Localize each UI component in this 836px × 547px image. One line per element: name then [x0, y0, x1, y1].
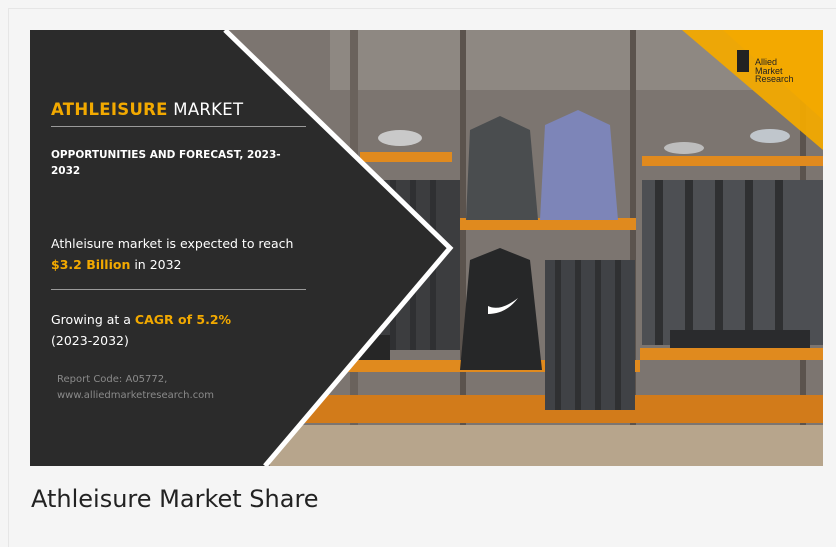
report-website: www.alliedmarketresearch.com: [57, 390, 215, 401]
title-rest: MARKET: [173, 100, 244, 119]
divider: [51, 126, 306, 127]
divider: [51, 289, 306, 290]
growth-value: CAGR of 5.2%: [134, 312, 232, 327]
logo-line: Research: [755, 74, 794, 84]
forecast-suffix: in 2032: [130, 257, 182, 272]
report-code-text: Report Code: A05772,: [57, 374, 168, 385]
banner-subtitle: OPPORTUNITIES AND FORECAST, 2023-2032: [51, 149, 281, 177]
article-card: ATHLEISURE MARKET OPPORTUNITIES AND FORE…: [8, 8, 836, 547]
image-caption: Athleisure Market Share: [31, 485, 319, 513]
forecast-value: $3.2 Billion: [51, 257, 131, 272]
forecast-text: Athleisure market is expected to reach $…: [51, 233, 296, 275]
allied-logo-icon: [737, 50, 745, 72]
banner-title: ATHLEISURE MARKET: [51, 100, 243, 119]
forecast-prefix: Athleisure market is expected to reach: [51, 236, 294, 251]
title-accent: ATHLEISURE: [51, 100, 168, 119]
growth-period: (2023-2032): [51, 333, 129, 348]
growth-prefix: Growing at a: [51, 312, 135, 327]
report-code: Report Code: A05772, www.alliedmarketres…: [57, 372, 287, 404]
banner-text-panel: ATHLEISURE MARKET OPPORTUNITIES AND FORE…: [42, 30, 306, 466]
growth-text: Growing at a CAGR of 5.2% (2023-2032): [51, 309, 296, 351]
athleisure-banner-image: ATHLEISURE MARKET OPPORTUNITIES AND FORE…: [30, 30, 823, 466]
allied-logo-text: Allied Market Research: [755, 58, 794, 84]
